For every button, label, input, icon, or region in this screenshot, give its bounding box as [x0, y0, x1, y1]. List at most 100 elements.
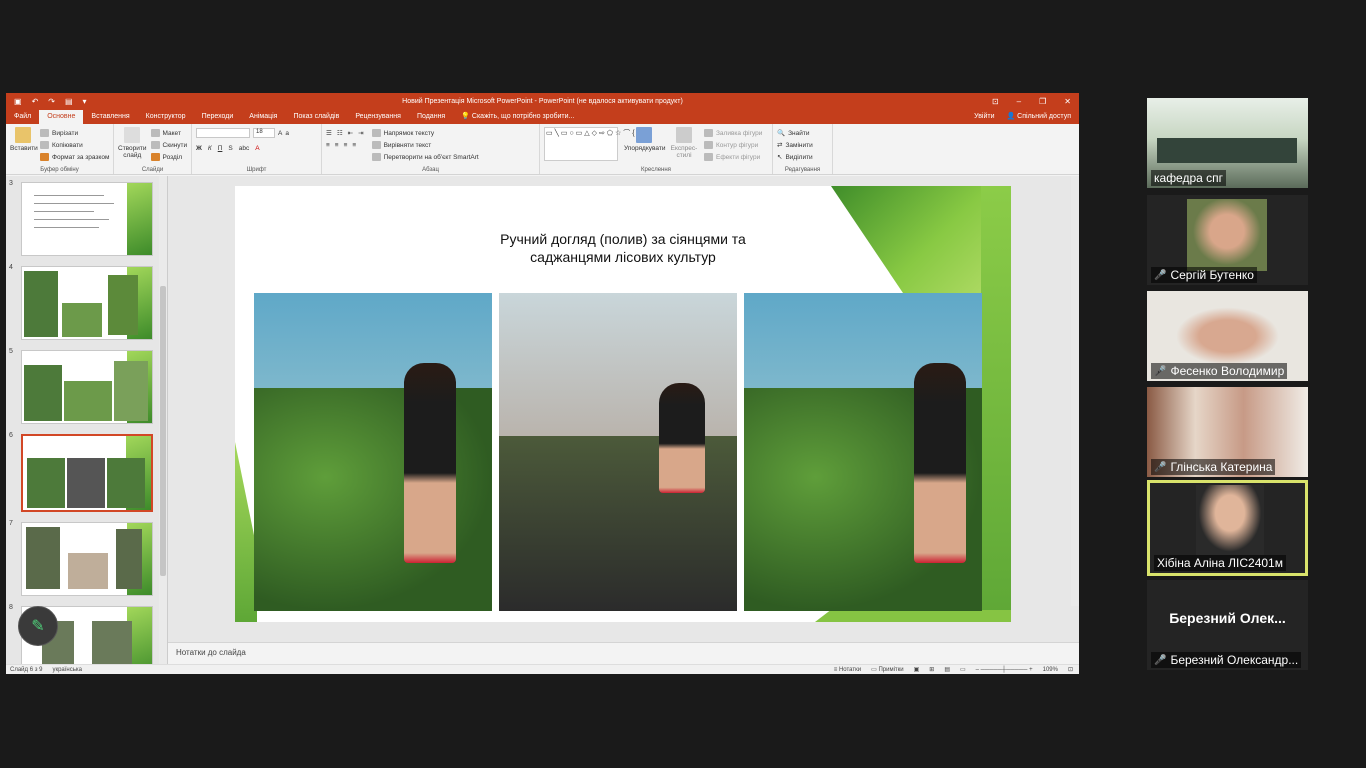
- ribbon-options-icon[interactable]: ⊡: [992, 97, 999, 106]
- tab-home[interactable]: Основне: [39, 110, 84, 124]
- participant-tile[interactable]: кафедра спг: [1147, 98, 1308, 188]
- cut-button[interactable]: Вирізати: [40, 127, 109, 139]
- shape-fill-button[interactable]: Заливка фігури: [704, 127, 762, 139]
- participant-tile[interactable]: Березний Олек... 🎤 Березний Олександр...: [1147, 580, 1308, 670]
- shadow-icon[interactable]: S: [228, 145, 232, 152]
- shape-effects-button[interactable]: Ефекти фігури: [704, 151, 762, 163]
- strike-icon[interactable]: abc: [239, 145, 249, 152]
- thumb-number: 3: [9, 180, 13, 187]
- tab-view[interactable]: Подання: [409, 110, 453, 124]
- replace-label: Замінити: [785, 141, 813, 149]
- select-button[interactable]: ↖ Виділити: [777, 151, 828, 163]
- participant-tile[interactable]: 🎤 Сергій Бутенко: [1147, 195, 1308, 285]
- close-icon[interactable]: ✕: [1064, 97, 1071, 106]
- fit-slide-icon[interactable]: ⊡: [1068, 666, 1073, 673]
- minimize-icon[interactable]: –: [1017, 97, 1021, 106]
- shape-outline-button[interactable]: Контур фігури: [704, 139, 762, 151]
- shapes-gallery[interactable]: ▭╲▭○▭△◇⇨⬠☆⌒{}: [544, 127, 639, 161]
- participant-tile-active-speaker[interactable]: Хібіна Аліна ЛІС2401м: [1147, 480, 1308, 576]
- tab-design[interactable]: Конструктор: [138, 110, 194, 124]
- notes-pane[interactable]: Нотатки до слайда: [168, 642, 1079, 664]
- zoom-level[interactable]: 109%: [1043, 667, 1058, 673]
- notes-toggle[interactable]: ≡ Нотатки: [834, 667, 861, 673]
- justify-icon[interactable]: ≡: [352, 142, 356, 149]
- numbering-icon[interactable]: ☷: [337, 129, 343, 137]
- scroll-thumb[interactable]: [160, 286, 166, 576]
- find-button[interactable]: 🔍 Знайти: [777, 127, 828, 139]
- sorter-view-icon[interactable]: ⊞: [929, 666, 934, 673]
- tab-slideshow[interactable]: Показ слайдів: [285, 110, 347, 124]
- format-painter-button[interactable]: Формат за зразком: [40, 151, 109, 163]
- bullets-icon[interactable]: ☰: [326, 129, 332, 137]
- reset-button[interactable]: Скинути: [150, 139, 187, 151]
- slide-thumbnail-5[interactable]: [21, 350, 153, 424]
- participant-tile[interactable]: 🎤 Глінська Катерина: [1147, 387, 1308, 477]
- slide-thumbnail-4[interactable]: [21, 266, 153, 340]
- slideshow-view-icon[interactable]: ▭: [960, 666, 966, 673]
- maximize-icon[interactable]: ❐: [1039, 97, 1046, 106]
- align-center-icon[interactable]: ≡: [335, 142, 339, 149]
- smartart-button[interactable]: Перетворити на об'єкт SmartArt: [371, 151, 479, 163]
- tab-review[interactable]: Рецензування: [347, 110, 409, 124]
- quick-styles-button[interactable]: Експрес-стилі: [670, 127, 698, 163]
- bold-icon[interactable]: Ж: [196, 145, 202, 152]
- photo-watering-hose-1[interactable]: [254, 293, 492, 611]
- font-name-input[interactable]: [196, 128, 250, 138]
- align-right-icon[interactable]: ≡: [344, 142, 348, 149]
- arrange-button[interactable]: Упорядкувати: [624, 127, 666, 163]
- tab-transitions[interactable]: Переходи: [194, 110, 242, 124]
- language-indicator[interactable]: українська: [52, 667, 82, 673]
- font-grow-icon[interactable]: A: [278, 130, 282, 137]
- font-size-input[interactable]: 18: [253, 128, 275, 138]
- zoom-slider[interactable]: – ─────┼───── +: [976, 667, 1033, 673]
- align-text-button[interactable]: Вирівняти текст: [371, 139, 479, 151]
- arrange-label: Упорядкувати: [624, 145, 666, 152]
- section-button[interactable]: Розділ: [150, 151, 188, 163]
- cut-label: Вирізати: [52, 129, 79, 137]
- participant-tile[interactable]: 🎤 Фесенко Володимир: [1147, 291, 1308, 381]
- signin-link[interactable]: Увійти: [974, 110, 994, 124]
- photo-watering-hose-2[interactable]: [744, 293, 982, 611]
- photo-watering-can[interactable]: [499, 293, 737, 611]
- font-shrink-icon[interactable]: a: [285, 130, 289, 137]
- text-direction-button[interactable]: Напрямок тексту: [371, 127, 479, 139]
- tell-me-search[interactable]: 💡 Скажіть, що потрібно зробити...: [453, 110, 582, 124]
- replace-button[interactable]: ⇄ Замінити: [777, 139, 828, 151]
- annotate-button[interactable]: ✎: [18, 606, 58, 646]
- copy-button[interactable]: Копіювати: [40, 139, 109, 151]
- new-slide-button[interactable]: Створити слайд: [118, 127, 147, 163]
- thumbnails-scrollbar[interactable]: [159, 176, 167, 664]
- canvas-scrollbar[interactable]: [1071, 176, 1079, 606]
- align-left-icon[interactable]: ≡: [326, 142, 330, 149]
- slide-thumbnail-7[interactable]: [21, 522, 153, 596]
- underline-icon[interactable]: П: [218, 145, 223, 152]
- group-label: Абзац: [422, 167, 439, 173]
- paste-button[interactable]: Вставити: [10, 127, 38, 163]
- new-slide-icon: [124, 127, 141, 143]
- quick-styles-icon: [676, 127, 692, 143]
- participant-name-text: Березний Олександр...: [1170, 653, 1299, 667]
- italic-icon[interactable]: К: [208, 145, 212, 152]
- slide-thumbnail-6[interactable]: [21, 434, 153, 512]
- font-color-icon[interactable]: A: [255, 145, 259, 152]
- comments-toggle[interactable]: ▭ Примітки: [871, 666, 904, 673]
- effects-icon: [704, 153, 713, 161]
- tab-insert[interactable]: Вставлення: [83, 110, 137, 124]
- indent-icon[interactable]: ⇤: [348, 129, 353, 137]
- slide-thumbnail-3[interactable]: [21, 182, 153, 256]
- tab-animations[interactable]: Анімація: [241, 110, 285, 124]
- green-decoration: [815, 610, 1011, 622]
- fill-icon: [704, 129, 713, 137]
- participant-name: кафедра спг: [1151, 170, 1227, 186]
- section-icon: [150, 153, 160, 161]
- layout-button[interactable]: Макет: [150, 127, 188, 139]
- normal-view-icon[interactable]: ▣: [914, 666, 920, 673]
- reading-view-icon[interactable]: ▤: [944, 666, 950, 673]
- slide-title[interactable]: Ручний догляд (полив) за сіянцями та сад…: [235, 230, 1011, 266]
- group-clipboard: Вставити Вирізати Копіювати Формат за зр…: [6, 124, 114, 174]
- comments-toggle-label: Примітки: [878, 667, 904, 673]
- tab-file[interactable]: Файл: [6, 110, 39, 124]
- outdent-icon[interactable]: ⇥: [358, 129, 363, 137]
- share-button[interactable]: 👤 Спільний доступ: [1007, 110, 1072, 124]
- participant-name: 🎤 Сергій Бутенко: [1151, 267, 1257, 283]
